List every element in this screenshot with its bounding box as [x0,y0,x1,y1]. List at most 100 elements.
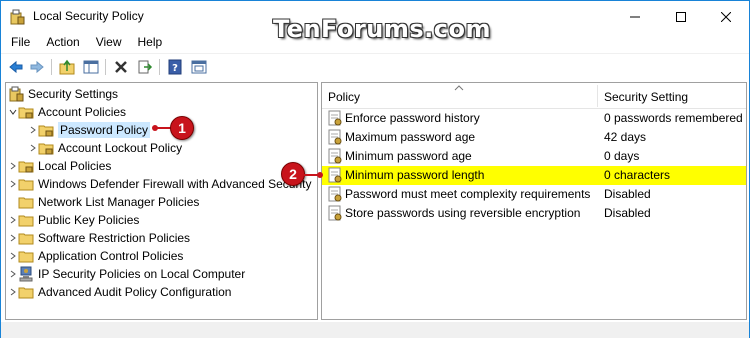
tree-label: Account Policies [38,105,127,119]
policy-name: Store passwords using reversible encrypt… [345,206,581,220]
up-folder-icon [59,59,75,75]
security-settings-icon [9,86,24,102]
properties-icon [191,60,207,74]
tree-label: Software Restriction Policies [38,231,191,245]
callout-1-badge: 1 [170,116,194,140]
list-row[interactable]: Store passwords using reversible encrypt… [322,204,746,223]
tree-pane: Security Settings Account Policies Passw… [5,82,318,320]
folder-lock-icon [18,107,34,119]
close-button[interactable] [703,1,749,32]
folder-icon [18,215,34,227]
back-icon [9,60,23,74]
tree-item-ip-security[interactable]: IP Security Policies on Local Computer [8,265,245,283]
chevron-right-icon[interactable] [8,229,18,247]
policy-setting-icon [328,186,342,202]
policy-name: Maximum password age [345,130,476,144]
chevron-right-icon[interactable] [8,247,18,265]
folder-icon [18,251,34,263]
menu-bar: File Action View Help [1,32,749,52]
policy-setting: 0 characters [604,168,671,182]
tree-label: IP Security Policies on Local Computer [38,267,246,281]
tree-item-software-restriction[interactable]: Software Restriction Policies [8,229,190,247]
policy-name: Password must meet complexity requiremen… [345,187,591,201]
tree-label: Password Policy [58,122,151,138]
maximize-button[interactable] [658,1,704,32]
tree-label: Local Policies [38,159,112,173]
column-header-security-setting[interactable]: Security Setting [604,90,688,104]
sort-up-icon [454,83,464,93]
column-header-policy[interactable]: Policy [328,90,360,104]
window-title: Local Security Policy [33,9,144,23]
app-window: Local Security Policy TenForums.com File… [0,0,750,338]
tree-root-security-settings[interactable]: Security Settings [8,85,118,103]
folder-icon [18,197,34,209]
tree-item-account-policies[interactable]: Account Policies [8,103,126,121]
chevron-right-icon[interactable] [8,283,18,301]
tree-item-windows-defender-firewall[interactable]: Windows Defender Firewall with Advanced … [8,175,311,193]
list-header: Policy Security Setting [322,83,746,109]
tree-item-network-list-manager[interactable]: Network List Manager Policies [8,193,199,211]
close-icon [721,11,731,22]
delete-icon [115,61,127,73]
policy-setting-icon [328,148,342,164]
minimize-button[interactable] [612,1,658,32]
tree-item-public-key-policies[interactable]: Public Key Policies [8,211,139,229]
show-hide-tree-icon [83,60,99,74]
policy-setting: 42 days [604,130,647,144]
properties-button[interactable] [189,57,209,77]
forward-button[interactable] [27,57,47,77]
list-row[interactable]: Maximum password age 42 days [322,128,746,147]
column-divider[interactable] [597,85,598,107]
policy-setting: Disabled [604,206,651,220]
delete-button[interactable] [111,57,131,77]
menu-action[interactable]: Action [36,32,85,52]
chevron-right-icon[interactable] [8,175,18,193]
tree-item-password-policy[interactable]: Password Policy [28,121,151,139]
folder-icon [18,179,34,191]
list-row-highlighted[interactable]: Minimum password length 0 characters [322,166,746,185]
folder-lock-icon [38,125,54,137]
policy-setting-icon [328,129,342,145]
list-row[interactable]: Minimum password age 0 days [322,147,746,166]
policy-setting-icon [328,205,342,221]
chevron-right-icon[interactable] [28,139,38,157]
export-list-icon [138,60,153,74]
callout-2-badge: 2 [281,162,305,186]
menu-view[interactable]: View [86,32,128,52]
policy-setting: 0 passwords remembered [604,111,743,125]
tree-label: Account Lockout Policy [58,141,183,155]
up-folder-button[interactable] [57,57,77,77]
list-row[interactable]: Password must meet complexity requiremen… [322,185,746,204]
policy-name: Minimum password age [345,149,472,163]
tree-item-local-policies[interactable]: Local Policies [8,157,111,175]
chevron-right-icon[interactable] [8,157,18,175]
menu-help[interactable]: Help [128,32,169,52]
folder-icon [18,233,34,245]
back-button[interactable] [6,57,26,77]
menu-file[interactable]: File [1,32,36,52]
security-policy-app-icon [9,9,25,25]
tree-item-account-lockout-policy[interactable]: Account Lockout Policy [28,139,182,157]
chevron-right-icon[interactable] [8,211,18,229]
export-list-button[interactable] [135,57,155,77]
policy-setting: Disabled [604,187,651,201]
list-row[interactable]: Enforce password history 0 passwords rem… [322,109,746,128]
show-hide-tree-button[interactable] [81,57,101,77]
help-button[interactable]: ? [165,57,185,77]
tree-label: Advanced Audit Policy Configuration [38,285,232,299]
chevron-right-icon[interactable] [8,265,18,283]
tree-item-advanced-audit[interactable]: Advanced Audit Policy Configuration [8,283,231,301]
policy-setting-icon [328,167,342,183]
tree-label: Network List Manager Policies [38,195,200,209]
callout-1-pointer-line [155,127,171,129]
policy-setting-icon [328,110,342,126]
chevron-down-icon[interactable] [8,103,18,121]
policy-name: Enforce password history [345,111,480,125]
chevron-right-icon[interactable] [28,121,38,139]
policy-setting: 0 days [604,149,640,163]
folder-lock-icon [38,143,54,155]
forward-icon [30,60,44,74]
title-bar[interactable]: Local Security Policy TenForums.com [1,1,749,43]
tree-item-application-control[interactable]: Application Control Policies [8,247,183,265]
maximize-icon [676,11,686,22]
